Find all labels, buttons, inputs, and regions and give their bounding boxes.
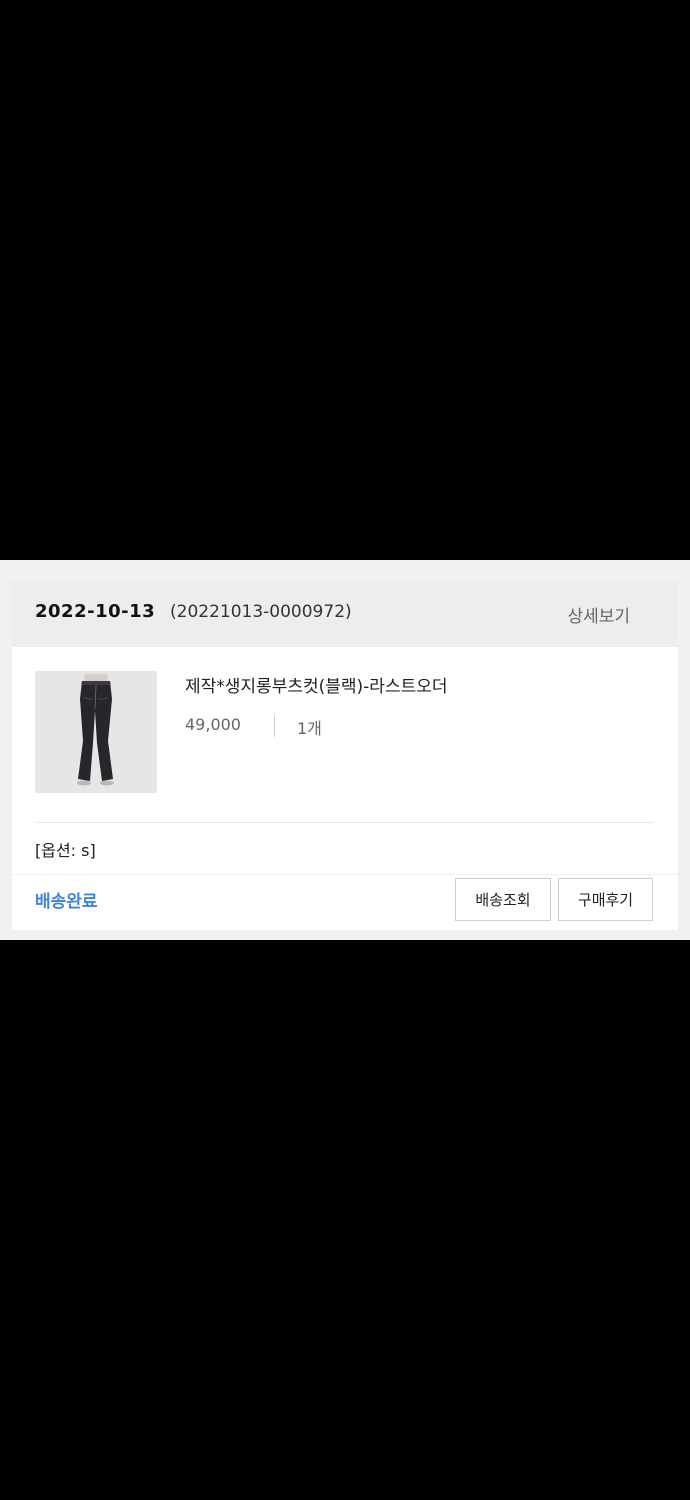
footer-divider [12,874,678,875]
order-number: (20221013-0000972) [170,602,352,622]
product-price: 49,000 [185,715,241,734]
product-option: [옵션: s] [35,841,96,860]
card-bottom-spacer [12,930,678,940]
option-divider [35,822,654,823]
product-quantity: 1개 [297,719,322,738]
jeans-icon [35,671,157,793]
order-header: 2022-10-13 (20221013-0000972) 상세보기 [12,581,678,647]
order-date: 2022-10-13 [35,601,156,622]
track-delivery-button[interactable]: 배송조회 [455,878,551,921]
detail-view-link[interactable]: 상세보기 [567,602,630,627]
meta-divider [274,715,275,737]
delivery-status: 배송완료 [35,892,98,912]
order-list-viewport: 2022-10-13 (20221013-0000972) 상세보기 제작*생지… [0,560,690,940]
product-image[interactable] [35,671,157,793]
product-name[interactable]: 제작*생지롱부츠컷(블랙)-라스트오더 [185,672,448,697]
write-review-button[interactable]: 구매후기 [558,878,653,921]
order-card: 2022-10-13 (20221013-0000972) 상세보기 제작*생지… [12,581,678,940]
